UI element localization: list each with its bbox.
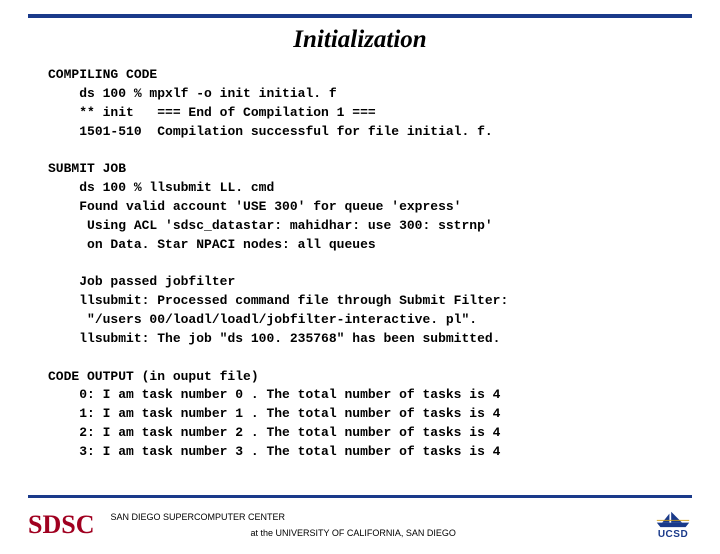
job-line: Job passed jobfilter xyxy=(79,274,235,289)
footer-line2: at the UNIVERSITY OF CALIFORNIA, SAN DIE… xyxy=(110,525,654,541)
submit-header: SUBMIT JOB xyxy=(48,161,126,176)
submit-line: Found valid account 'USE 300' for queue … xyxy=(79,199,461,214)
compiling-line: ds 100 % mpxlf -o init initial. f xyxy=(79,86,336,101)
submit-line: on Data. Star NPACI nodes: all queues xyxy=(79,237,375,252)
footer-line1: SAN DIEGO SUPERCOMPUTER CENTER xyxy=(110,509,654,525)
footer-rule xyxy=(28,495,692,498)
output-line: 1: I am task number 1 . The total number… xyxy=(79,406,500,421)
slide-title: Initialization xyxy=(0,26,720,54)
output-header: CODE OUTPUT (in ouput file) xyxy=(48,369,259,384)
output-line: 3: I am task number 3 . The total number… xyxy=(79,444,500,459)
job-line: llsubmit: Processed command file through… xyxy=(79,293,508,308)
submit-line: ds 100 % llsubmit LL. cmd xyxy=(79,180,274,195)
output-line: 0: I am task number 0 . The total number… xyxy=(79,387,500,402)
sdsc-logo: SDSC xyxy=(28,510,94,540)
footer-text: SAN DIEGO SUPERCOMPUTER CENTER at the UN… xyxy=(94,509,654,541)
slide-content: COMPILING CODE ds 100 % mpxlf -o init in… xyxy=(0,66,720,462)
ucsd-logo: UCSD xyxy=(654,510,692,540)
compiling-line: 1501-510 Compilation successful for file… xyxy=(79,124,492,139)
ship-icon xyxy=(654,510,692,528)
job-line: llsubmit: The job "ds 100. 235768" has b… xyxy=(79,331,500,346)
output-line: 2: I am task number 2 . The total number… xyxy=(79,425,500,440)
compiling-line: ** init === End of Compilation 1 === xyxy=(79,105,375,120)
compiling-header: COMPILING CODE xyxy=(48,67,157,82)
job-line: "/users 00/loadl/loadl/jobfilter-interac… xyxy=(79,312,477,327)
footer: SDSC SAN DIEGO SUPERCOMPUTER CENTER at t… xyxy=(0,495,720,554)
top-rule xyxy=(28,14,692,18)
ucsd-text: UCSD xyxy=(658,529,688,540)
submit-line: Using ACL 'sdsc_datastar: mahidhar: use … xyxy=(79,218,492,233)
